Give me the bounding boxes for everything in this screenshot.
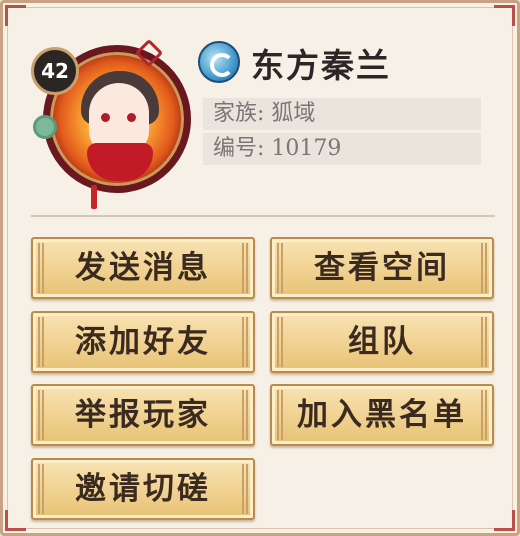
corner-ornament — [494, 510, 515, 531]
corner-ornament — [5, 5, 26, 26]
player-avatar[interactable]: 42 — [31, 35, 201, 209]
divider — [31, 215, 495, 217]
avatar-eye — [101, 113, 110, 122]
corner-ornament — [5, 510, 26, 531]
add-friend-button[interactable]: 添加好友 — [31, 311, 255, 373]
team-up-button[interactable]: 组队 — [270, 311, 494, 373]
send-message-button[interactable]: 发送消息 — [31, 237, 255, 299]
player-card-panel: 42 东方秦兰 家族: 狐域 编号: 10179 发送消息 查看空间 添加好友 … — [0, 0, 520, 536]
avatar-eye — [127, 113, 136, 122]
invite-duel-button[interactable]: 邀请切磋 — [31, 458, 255, 520]
tassel-icon — [91, 185, 97, 209]
clan-info: 家族: 狐域 — [203, 98, 481, 130]
add-to-blacklist-button[interactable]: 加入黑名单 — [270, 384, 494, 446]
report-player-button[interactable]: 举报玩家 — [31, 384, 255, 446]
jade-disc-icon — [33, 115, 57, 139]
view-space-button[interactable]: 查看空间 — [270, 237, 494, 299]
level-badge: 42 — [31, 47, 79, 95]
player-id-info: 编号: 10179 — [203, 133, 481, 165]
corner-ornament — [494, 5, 515, 26]
player-name: 东方秦兰 — [251, 46, 391, 85]
taichi-emblem-icon — [198, 41, 240, 83]
